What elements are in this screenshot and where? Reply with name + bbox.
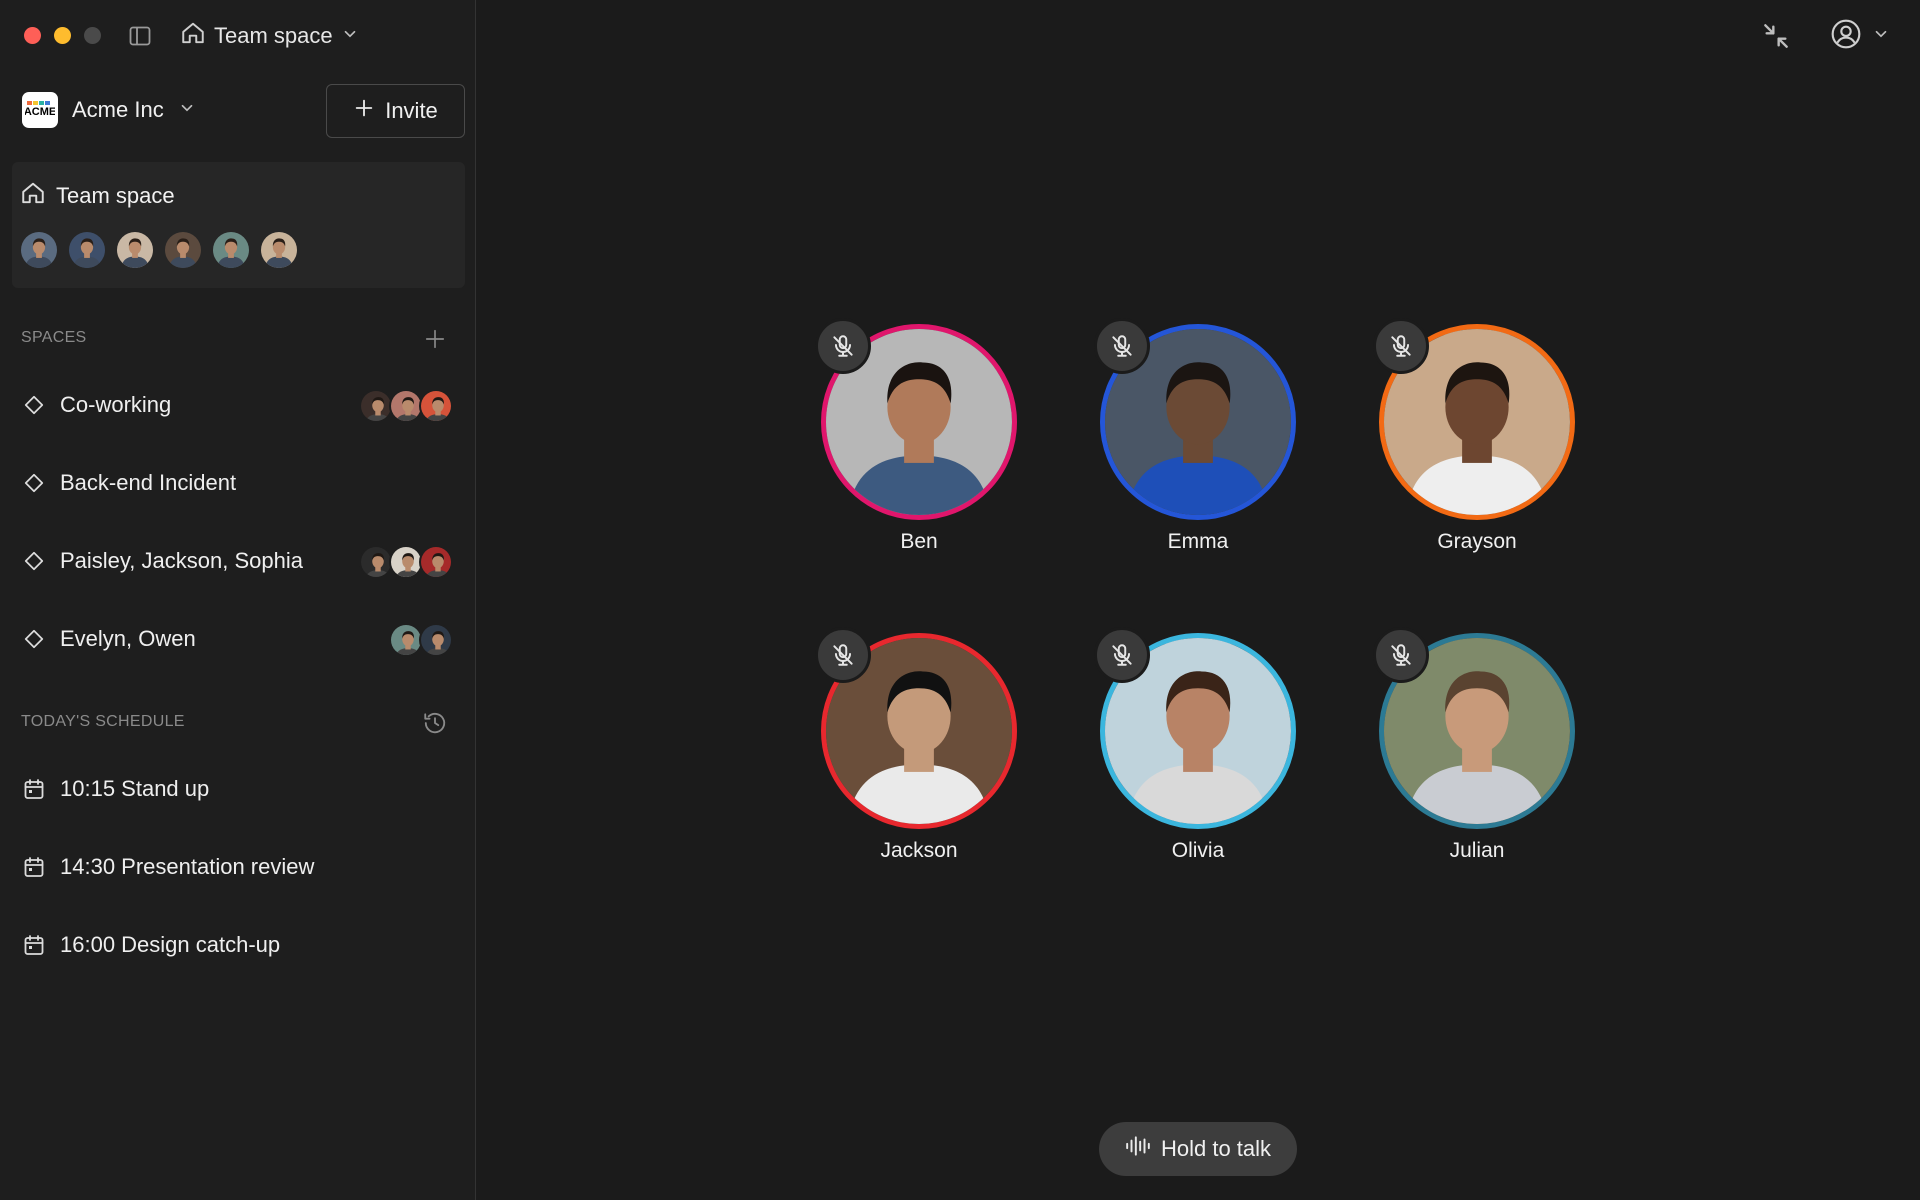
participant-tile[interactable]: Olivia [1094,627,1298,863]
participant-tile[interactable]: Grayson [1373,318,1577,554]
sidebar-toggle-icon[interactable] [128,24,152,48]
workspace-logo: ACME [22,92,58,128]
space-member-avatar [359,545,393,579]
space-item[interactable]: Co-working [12,374,465,436]
home-icon [180,20,206,52]
chevron-down-icon [341,23,359,49]
team-member-avatar[interactable] [69,232,105,268]
space-item[interactable]: Back-end Incident [12,452,465,514]
space-item-label: Back-end Incident [60,470,237,495]
participant-tile[interactable]: Emma [1094,318,1298,554]
participant-name: Jackson [880,839,958,862]
plus-icon [353,97,375,125]
invite-button[interactable]: Invite [326,84,465,138]
schedule-item[interactable]: 14:30 Presentation review [12,836,465,898]
audio-waveform-icon [1125,1133,1151,1165]
title-bar: Team space [0,0,476,72]
participant-tile[interactable]: Julian [1373,627,1577,863]
participant-name: Olivia [1171,839,1225,862]
schedule-item[interactable]: 16:00 Design catch-up [12,914,465,976]
mic-muted-icon [1094,318,1150,374]
mic-muted-icon [1373,627,1429,683]
space-item-label: Paisley, Jackson, Sophia [60,548,303,573]
chevron-down-icon [1872,25,1890,48]
schedule-item-label: 16:00 Design catch-up [60,932,281,957]
space-item[interactable]: Paisley, Jackson, Sophia [12,530,465,592]
team-member-avatar[interactable] [21,232,57,268]
mic-muted-icon [815,627,871,683]
sidebar: Team space ACME Acme Inc Invite Team spa… [0,0,476,1200]
workspace-name: Acme Inc [72,97,164,122]
hold-to-talk-button[interactable]: Hold to talk [1099,1122,1297,1176]
participant-name: Julian [1449,839,1505,862]
team-space-title: Team space [56,183,175,208]
participant-name: Ben [900,530,938,553]
chevron-down-icon [178,99,196,122]
history-icon[interactable] [422,710,448,736]
mic-muted-icon [815,318,871,374]
space-member-avatar [419,623,453,657]
space-item[interactable]: Evelyn, Owen [12,608,465,670]
space-member-avatar [419,545,453,579]
zoom-window-button[interactable] [84,27,101,44]
space-member-avatars [359,545,453,579]
workspace-switcher[interactable]: ACME Acme Inc [22,90,196,130]
space-member-avatars [359,389,453,423]
mic-muted-icon [1373,318,1429,374]
mic-muted-icon [1094,627,1150,683]
team-space-title-row: Team space [20,180,175,212]
workspace-logo-text: ACME [25,106,55,118]
team-member-avatar[interactable] [165,232,201,268]
space-member-avatar [419,389,453,423]
schedule-item-label: 14:30 Presentation review [60,854,315,879]
team-member-avatar[interactable] [261,232,297,268]
calendar-icon [20,853,48,881]
diamond-icon [20,391,48,419]
hold-to-talk-label: Hold to talk [1160,1136,1272,1161]
team-member-avatar[interactable] [213,232,249,268]
calendar-icon [20,931,48,959]
team-member-avatar[interactable] [117,232,153,268]
space-member-avatar [359,389,393,423]
participant-name: Emma [1167,530,1229,553]
minimize-window-button[interactable] [54,27,71,44]
collapse-icon[interactable] [1760,20,1792,52]
calendar-icon [20,775,48,803]
schedule-item-label: 10:15 Stand up [60,776,210,801]
diamond-icon [20,625,48,653]
space-member-avatar [389,389,423,423]
space-item-label: Co-working [60,392,172,417]
space-member-avatar [389,545,423,579]
add-space-icon[interactable] [422,326,448,352]
team-space-card[interactable]: Team space [12,162,465,288]
space-member-avatars [389,623,453,657]
participant-name: Grayson [1437,530,1517,553]
space-switcher[interactable]: Team space [180,20,359,52]
schedule-item[interactable]: 10:15 Stand up [12,758,465,820]
space-switcher-label: Team space [214,23,333,48]
participant-tile[interactable]: Jackson [815,627,1019,863]
team-member-avatars [21,232,297,268]
home-icon [20,180,46,212]
user-circle-icon [1830,18,1862,55]
space-member-avatar [389,623,423,657]
account-menu[interactable] [1830,18,1890,55]
close-window-button[interactable] [24,27,41,44]
diamond-icon [20,469,48,497]
schedule-header: TODAY'S SCHEDULE [21,713,185,730]
spaces-header: SPACES [21,329,87,346]
participant-tile[interactable]: Ben [815,318,1019,554]
invite-label: Invite [385,98,438,123]
diamond-icon [20,547,48,575]
space-item-label: Evelyn, Owen [60,626,196,651]
